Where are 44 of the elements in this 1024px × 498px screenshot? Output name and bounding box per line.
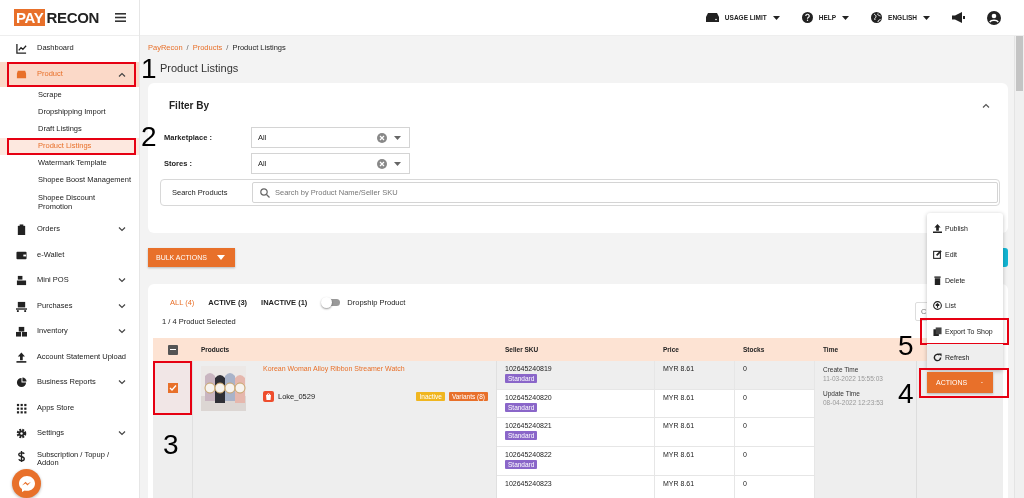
search-icon [260, 187, 270, 198]
chat-button[interactable] [12, 469, 41, 498]
pie-chart-icon [16, 377, 27, 389]
account-icon[interactable] [987, 10, 1001, 25]
drive-icon [705, 13, 719, 22]
wallet-icon [16, 249, 27, 261]
clear-icon[interactable] [377, 158, 387, 169]
help-icon [801, 12, 813, 23]
step-number: 4 [898, 379, 914, 409]
upload-icon [933, 224, 942, 234]
arrow-circle-icon [933, 301, 942, 311]
filter-title: Filter By [169, 100, 209, 111]
menu-icon[interactable] [115, 13, 126, 22]
clipboard-icon [16, 224, 27, 236]
step-number: 2 [141, 122, 157, 152]
edit-icon [933, 249, 942, 259]
grid-icon [16, 402, 27, 414]
clear-icon[interactable] [377, 132, 387, 143]
dollar-icon [16, 450, 27, 462]
chevron-icon[interactable] [982, 103, 990, 108]
boxes-icon [16, 326, 27, 338]
chart-icon [16, 43, 27, 55]
select-all-checkbox[interactable] [168, 344, 178, 355]
shop-icon [263, 391, 274, 402]
refresh-icon [933, 352, 942, 362]
page-title: Product Listings [160, 62, 239, 74]
scrollbar[interactable] [1014, 36, 1024, 498]
scroll-thumb[interactable] [1016, 36, 1023, 91]
megaphone-icon[interactable] [952, 12, 965, 23]
messenger-icon [17, 474, 36, 493]
trash-icon [933, 275, 942, 285]
toggle-switch[interactable] [323, 298, 341, 306]
copy-icon [933, 326, 942, 336]
step-number: 3 [163, 430, 179, 460]
step-number: 5 [898, 331, 914, 361]
register-icon [16, 275, 27, 287]
row-checkbox[interactable] [167, 383, 178, 393]
logo[interactable]: PAY RECON [14, 9, 100, 26]
upload-icon [16, 351, 27, 363]
step-number: 1 [141, 54, 157, 84]
globe-icon [871, 12, 883, 23]
pallet-icon [16, 300, 27, 312]
box-icon [16, 68, 27, 80]
settings-icon [16, 428, 27, 440]
